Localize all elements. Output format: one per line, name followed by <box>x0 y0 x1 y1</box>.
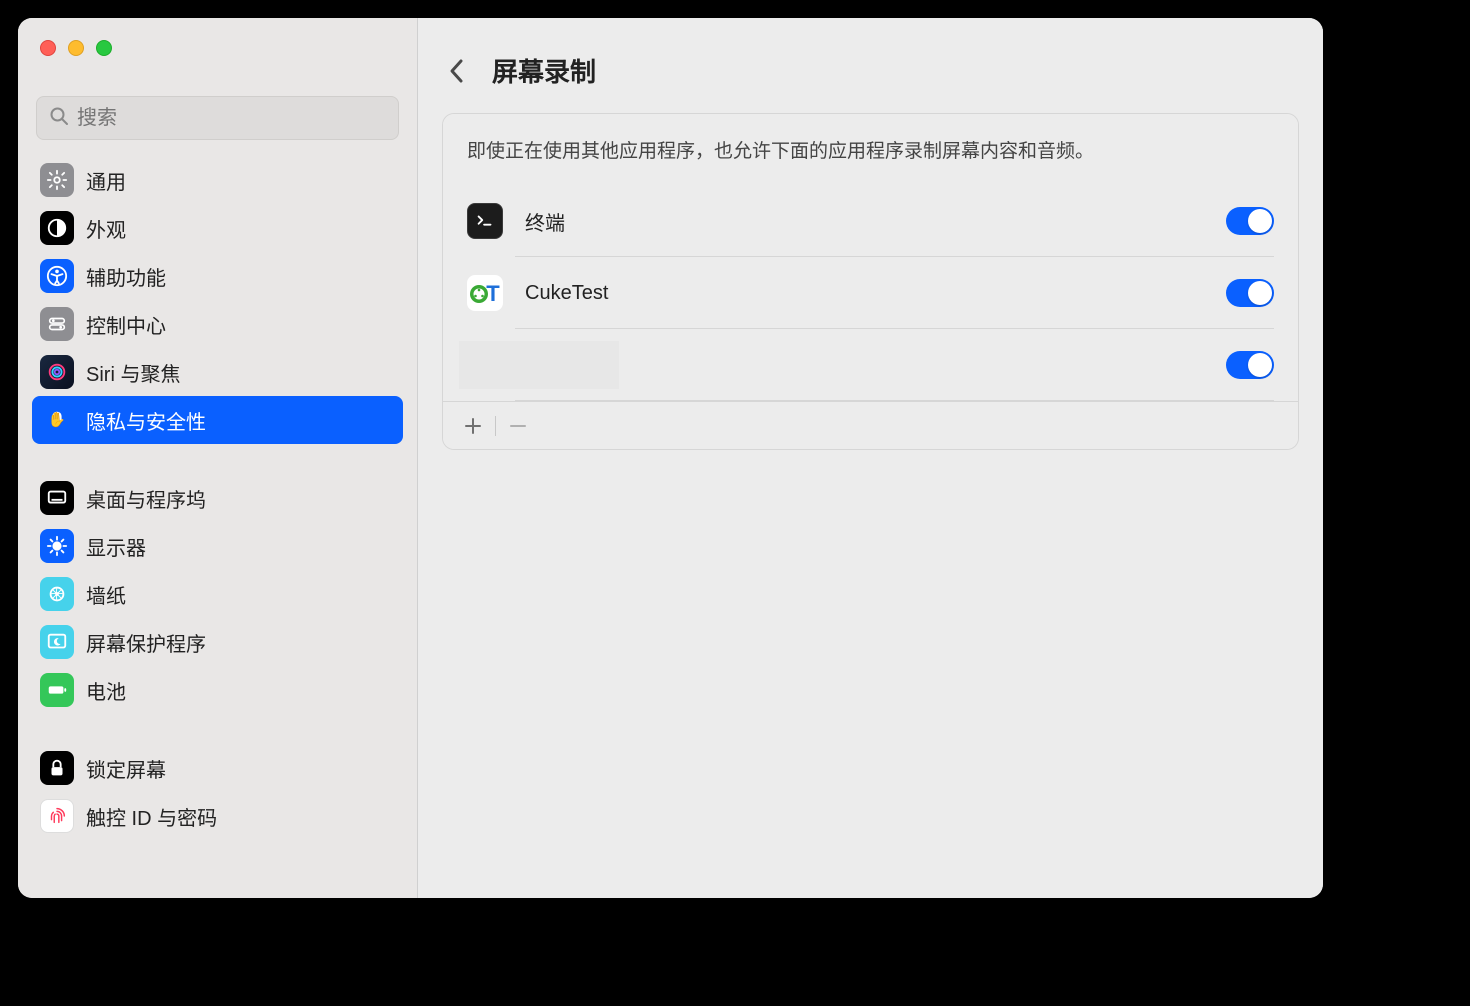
svg-text:✋: ✋ <box>48 411 66 429</box>
appearance-icon <box>40 211 74 245</box>
maximize-button[interactable] <box>96 40 112 56</box>
panel-description: 即使正在使用其他应用程序，也允许下面的应用程序录制屏幕内容和音频。 <box>443 114 1298 185</box>
sidebar-list: 通用 外观 辅助功能 控制中心 Siri 与聚焦 ✋ 隐私与安全性 <box>18 156 417 898</box>
panel-footer <box>443 401 1298 449</box>
sidebar-item-appearance[interactable]: 外观 <box>32 204 403 252</box>
app-row-terminal: 终端 <box>443 185 1298 257</box>
app-name: 终端 <box>525 207 1226 236</box>
sidebar-item-control-center[interactable]: 控制中心 <box>32 300 403 348</box>
sidebar-item-wallpaper[interactable]: 墙纸 <box>32 570 403 618</box>
sidebar-item-label: 桌面与程序坞 <box>86 484 206 513</box>
search-input[interactable] <box>77 107 386 130</box>
toggle-terminal[interactable] <box>1226 207 1274 235</box>
sidebar-item-privacy[interactable]: ✋ 隐私与安全性 <box>32 396 403 444</box>
page-title: 屏幕录制 <box>492 52 596 89</box>
sidebar-item-label: 控制中心 <box>86 310 166 339</box>
battery-icon <box>40 673 74 707</box>
terminal-icon <box>467 203 503 239</box>
sidebar-item-label: 通用 <box>86 166 126 195</box>
window-controls <box>18 18 417 56</box>
cuketest-icon: T <box>467 275 503 311</box>
siri-icon <box>40 355 74 389</box>
displays-icon <box>40 529 74 563</box>
sidebar-item-label: 显示器 <box>86 532 146 561</box>
sidebar-item-displays[interactable]: 显示器 <box>32 522 403 570</box>
minus-icon <box>509 417 527 435</box>
minimize-button[interactable] <box>68 40 84 56</box>
app-name: CukeTest <box>525 282 1226 305</box>
control-center-icon <box>40 307 74 341</box>
gear-icon <box>40 163 74 197</box>
add-button[interactable] <box>455 410 491 442</box>
main-content: 屏幕录制 即使正在使用其他应用程序，也允许下面的应用程序录制屏幕内容和音频。 终… <box>418 18 1323 898</box>
privacy-icon: ✋ <box>40 403 74 437</box>
sidebar-item-label: 锁定屏幕 <box>86 754 166 783</box>
footer-divider <box>495 416 496 436</box>
back-button[interactable] <box>442 56 472 86</box>
remove-button[interactable] <box>500 410 536 442</box>
chevron-left-icon <box>448 57 466 85</box>
plus-icon <box>464 417 482 435</box>
sidebar-item-battery[interactable]: 电池 <box>32 666 403 714</box>
app-row-redacted <box>443 329 1298 401</box>
accessibility-icon <box>40 259 74 293</box>
dock-icon <box>40 481 74 515</box>
system-settings-window: 通用 外观 辅助功能 控制中心 Siri 与聚焦 ✋ 隐私与安全性 <box>18 18 1323 898</box>
sidebar-item-label: 屏幕保护程序 <box>86 628 206 657</box>
toggle-redacted[interactable] <box>1226 351 1274 379</box>
wallpaper-icon <box>40 577 74 611</box>
sidebar-item-label: 触控 ID 与密码 <box>86 802 217 831</box>
search-icon <box>49 106 69 131</box>
sidebar-item-screensaver[interactable]: 屏幕保护程序 <box>32 618 403 666</box>
svg-text:T: T <box>486 281 500 306</box>
lock-icon <box>40 751 74 785</box>
sidebar-item-touchid[interactable]: 触控 ID 与密码 <box>32 792 403 840</box>
sidebar-item-siri[interactable]: Siri 与聚焦 <box>32 348 403 396</box>
app-row-cuketest: T CukeTest <box>443 257 1298 329</box>
sidebar-item-label: 隐私与安全性 <box>86 406 206 435</box>
sidebar-item-lockscreen[interactable]: 锁定屏幕 <box>32 744 403 792</box>
sidebar-item-general[interactable]: 通用 <box>32 156 403 204</box>
sidebar-item-accessibility[interactable]: 辅助功能 <box>32 252 403 300</box>
sidebar-item-label: 外观 <box>86 214 126 243</box>
sidebar-item-label: 墙纸 <box>86 580 126 609</box>
sidebar-item-label: 辅助功能 <box>86 262 166 291</box>
redacted-app <box>459 341 619 389</box>
screen-recording-panel: 即使正在使用其他应用程序，也允许下面的应用程序录制屏幕内容和音频。 终端 T C… <box>442 113 1299 450</box>
screensaver-icon <box>40 625 74 659</box>
sidebar: 通用 外观 辅助功能 控制中心 Siri 与聚焦 ✋ 隐私与安全性 <box>18 18 418 898</box>
close-button[interactable] <box>40 40 56 56</box>
sidebar-item-label: Siri 与聚焦 <box>86 358 180 387</box>
search-box[interactable] <box>36 96 399 140</box>
touchid-icon <box>40 799 74 833</box>
sidebar-item-dock[interactable]: 桌面与程序坞 <box>32 474 403 522</box>
sidebar-item-label: 电池 <box>86 676 126 705</box>
main-header: 屏幕录制 <box>418 18 1323 113</box>
toggle-cuketest[interactable] <box>1226 279 1274 307</box>
